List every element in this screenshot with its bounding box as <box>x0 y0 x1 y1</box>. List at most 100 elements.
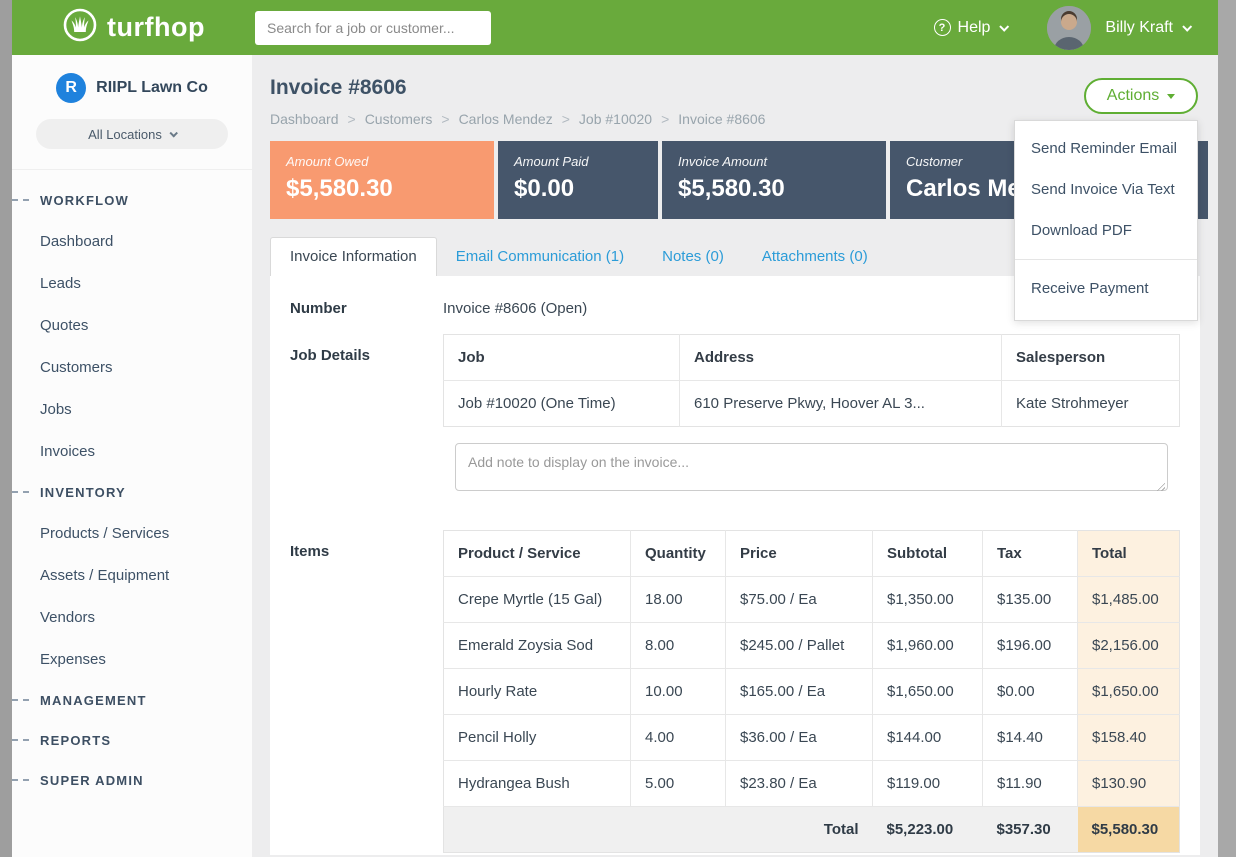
breadcrumb-separator: > <box>562 111 570 127</box>
search-input[interactable] <box>255 11 491 45</box>
sidebar-item-assets-equipment[interactable]: Assets / Equipment <box>12 554 252 596</box>
chevron-down-icon <box>1000 22 1010 32</box>
menu-item-download-pdf[interactable]: Download PDF <box>1015 210 1197 251</box>
stat-label: Amount Owed <box>286 154 478 169</box>
top-navbar: turfhop ? Help <box>12 0 1218 55</box>
tab-notes[interactable]: Notes (0) <box>643 238 743 276</box>
sidebar-section-management[interactable]: MANAGEMENT <box>12 680 252 720</box>
menu-item-send-invoice-via-text[interactable]: Send Invoice Via Text <box>1015 169 1197 210</box>
topbar-right: ? Help Billy Kraft <box>934 6 1218 50</box>
item-quantity: 10.00 <box>631 669 726 715</box>
items-table: Product / Service Quantity Price Subtota… <box>443 530 1180 853</box>
sidebar-item-customers[interactable]: Customers <box>12 346 252 388</box>
section-dash-icon <box>12 699 29 701</box>
locations-label: All Locations <box>88 127 162 142</box>
breadcrumb-customers[interactable]: Customers <box>365 111 433 127</box>
sidebar-company-block: R RIIPL Lawn Co All Locations <box>12 55 252 170</box>
item-name: Emerald Zoysia Sod <box>444 623 631 669</box>
sidebar-item-leads[interactable]: Leads <box>12 262 252 304</box>
item-subtotal: $1,650.00 <box>873 669 983 715</box>
item-quantity: 5.00 <box>631 761 726 807</box>
grand-total: $5,580.30 <box>1078 807 1180 853</box>
section-label: SUPER ADMIN <box>40 773 144 788</box>
item-tax: $11.90 <box>983 761 1078 807</box>
actions-button[interactable]: Actions <box>1084 78 1198 114</box>
stat-value: $0.00 <box>514 175 642 203</box>
stat-value: $5,580.30 <box>286 175 478 203</box>
quantity-col-header: Quantity <box>631 531 726 577</box>
items-total-row: Total $5,223.00 $357.30 $5,580.30 <box>444 807 1180 853</box>
stat-label: Invoice Amount <box>678 154 870 169</box>
section-dash-icon <box>12 491 29 493</box>
sidebar-section-reports[interactable]: REPORTS <box>12 720 252 760</box>
job-cell: Job #10020 (One Time) <box>444 381 680 427</box>
locations-dropdown[interactable]: All Locations <box>36 119 228 149</box>
sidebar-section-workflow[interactable]: WORKFLOW <box>12 180 252 220</box>
company-header[interactable]: R RIIPL Lawn Co <box>12 73 252 103</box>
breadcrumb-dashboard[interactable]: Dashboard <box>270 111 339 127</box>
sidebar: R RIIPL Lawn Co All Locations WORKFLOW D… <box>12 55 252 857</box>
user-menu[interactable]: Billy Kraft <box>1105 19 1190 37</box>
sidebar-item-vendors[interactable]: Vendors <box>12 596 252 638</box>
tab-attachments[interactable]: Attachments (0) <box>743 238 887 276</box>
item-name: Crepe Myrtle (15 Gal) <box>444 577 631 623</box>
tax-col-header: Tax <box>983 531 1078 577</box>
total-label: Total <box>444 807 873 853</box>
item-tax: $135.00 <box>983 577 1078 623</box>
stat-value: $5,580.30 <box>678 175 870 203</box>
help-icon: ? <box>934 19 951 36</box>
sidebar-item-products-services[interactable]: Products / Services <box>12 512 252 554</box>
item-tax: $196.00 <box>983 623 1078 669</box>
section-label: REPORTS <box>40 733 111 748</box>
caret-down-icon <box>1167 94 1175 99</box>
left-edge-strip <box>0 0 12 857</box>
address-col-header: Address <box>680 335 1002 381</box>
sidebar-nav: WORKFLOW Dashboard Leads Quotes Customer… <box>12 170 252 800</box>
item-total: $1,485.00 <box>1078 577 1180 623</box>
job-details-table: Job Address Salesperson Job #10020 (One … <box>443 334 1180 427</box>
breadcrumb-job[interactable]: Job #10020 <box>579 111 652 127</box>
brand-logo[interactable]: turfhop <box>12 7 255 48</box>
job-details-data-row: Job #10020 (One Time) 610 Preserve Pkwy,… <box>444 381 1180 427</box>
actions-dropdown-menu: Send Reminder Email Send Invoice Via Tex… <box>1014 120 1198 321</box>
item-subtotal: $1,960.00 <box>873 623 983 669</box>
item-tax: $14.40 <box>983 715 1078 761</box>
sidebar-item-jobs[interactable]: Jobs <box>12 388 252 430</box>
page-title: Invoice #8606 <box>270 75 1218 101</box>
item-total: $130.90 <box>1078 761 1180 807</box>
job-col-header: Job <box>444 335 680 381</box>
invoice-note <box>455 443 1168 496</box>
job-details-label: Job Details <box>290 334 443 496</box>
sidebar-item-expenses[interactable]: Expenses <box>12 638 252 680</box>
item-row: Crepe Myrtle (15 Gal) 18.00 $75.00 / Ea … <box>444 577 1180 623</box>
company-name: RIIPL Lawn Co <box>96 79 208 97</box>
items-row: Items Product / Service Quantity Price S… <box>290 530 1180 855</box>
sidebar-item-dashboard[interactable]: Dashboard <box>12 220 252 262</box>
section-dash-icon <box>12 779 29 781</box>
breadcrumb-customer-name[interactable]: Carlos Mendez <box>459 111 553 127</box>
sidebar-section-super-admin[interactable]: SUPER ADMIN <box>12 760 252 800</box>
sidebar-item-invoices[interactable]: Invoices <box>12 430 252 472</box>
menu-item-receive-payment[interactable]: Receive Payment <box>1015 266 1197 313</box>
help-menu[interactable]: ? Help <box>934 19 1008 37</box>
number-value: Invoice #8606 (Open) <box>443 300 587 317</box>
section-dash-icon <box>12 199 29 201</box>
chevron-down-icon <box>169 129 177 137</box>
item-quantity: 18.00 <box>631 577 726 623</box>
brand-name: turfhop <box>107 12 205 43</box>
breadcrumb-separator: > <box>441 111 449 127</box>
items-label: Items <box>290 530 443 853</box>
item-row: Pencil Holly 4.00 $36.00 / Ea $144.00 $1… <box>444 715 1180 761</box>
sidebar-section-inventory[interactable]: INVENTORY <box>12 472 252 512</box>
actions-button-label: Actions <box>1107 87 1159 105</box>
menu-item-send-reminder-email[interactable]: Send Reminder Email <box>1015 128 1197 169</box>
user-avatar[interactable] <box>1047 6 1091 50</box>
item-total: $1,650.00 <box>1078 669 1180 715</box>
section-label: MANAGEMENT <box>40 693 147 708</box>
sidebar-item-quotes[interactable]: Quotes <box>12 304 252 346</box>
tab-email-communication[interactable]: Email Communication (1) <box>437 238 643 276</box>
item-total: $158.40 <box>1078 715 1180 761</box>
tab-invoice-information[interactable]: Invoice Information <box>270 237 437 276</box>
invoice-note-input[interactable] <box>455 443 1168 491</box>
salesperson-cell: Kate Strohmeyer <box>1002 381 1180 427</box>
